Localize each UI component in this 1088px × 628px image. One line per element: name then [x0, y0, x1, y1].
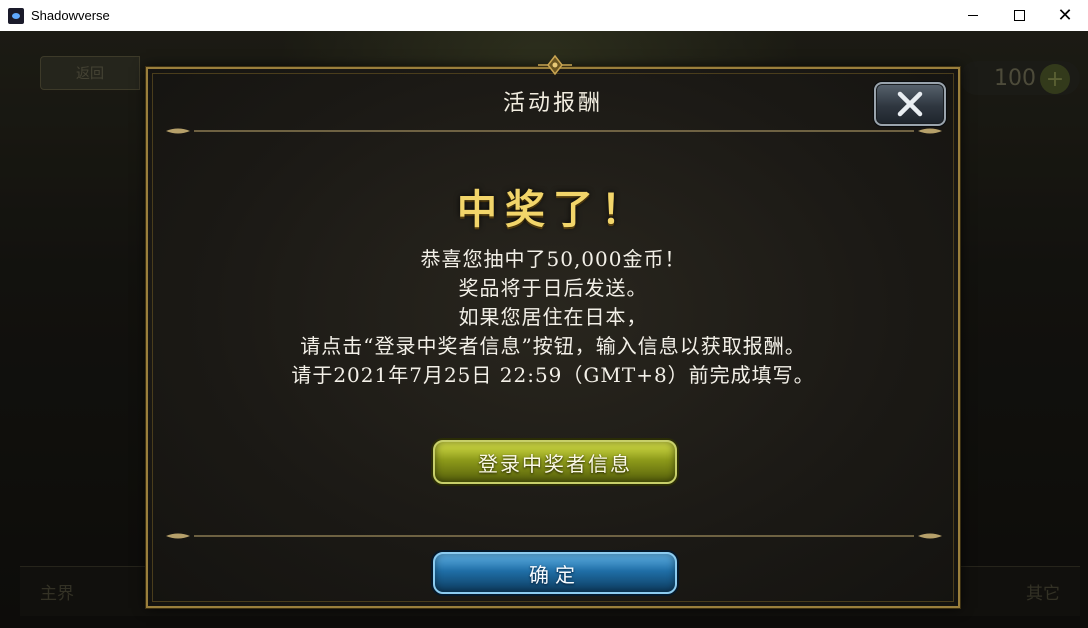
ornament-icon: [536, 54, 574, 76]
register-button-label: 登录中奖者信息: [478, 451, 632, 476]
message-line: 如果您居住在日本，: [458, 305, 648, 329]
window-close-button[interactable]: ✕: [1042, 0, 1088, 31]
close-icon: [897, 91, 923, 117]
win-headline: 中奖了！: [457, 186, 649, 233]
confirm-button-label: 确定: [529, 562, 581, 587]
title-divider: [164, 126, 944, 136]
message-line: 请点击“登录中奖者信息”按钮，输入信息以获取报酬。: [300, 334, 806, 358]
message-line: 请于2021年7月25日 22:59（GMT+8）前完成填写。: [291, 363, 815, 387]
window-title: Shadowverse: [31, 8, 110, 23]
window-titlebar: Shadowverse ✕: [0, 0, 1088, 31]
window-controls: ✕: [950, 0, 1088, 31]
confirm-button[interactable]: 确定: [433, 552, 677, 594]
message-line: 奖品将于日后发送。: [458, 276, 648, 300]
maximize-button[interactable]: [996, 0, 1042, 31]
minimize-button[interactable]: [950, 0, 996, 31]
dialog-close-button[interactable]: [874, 82, 946, 126]
dialog-title: 活动报酬: [502, 91, 603, 116]
bottom-divider: [164, 531, 944, 541]
reward-dialog: 活动报酬 中奖了！ 恭喜您抽中了50,000金币！ 奖品将于日后发送。 如果您居…: [146, 54, 960, 608]
register-winner-info-button[interactable]: 登录中奖者信息: [433, 440, 677, 484]
shadowverse-app-icon: [8, 7, 24, 24]
message-line: 恭喜您抽中了50,000金币！: [420, 247, 686, 271]
reward-message: 恭喜您抽中了50,000金币！ 奖品将于日后发送。 如果您居住在日本， 请点击“…: [148, 245, 958, 390]
